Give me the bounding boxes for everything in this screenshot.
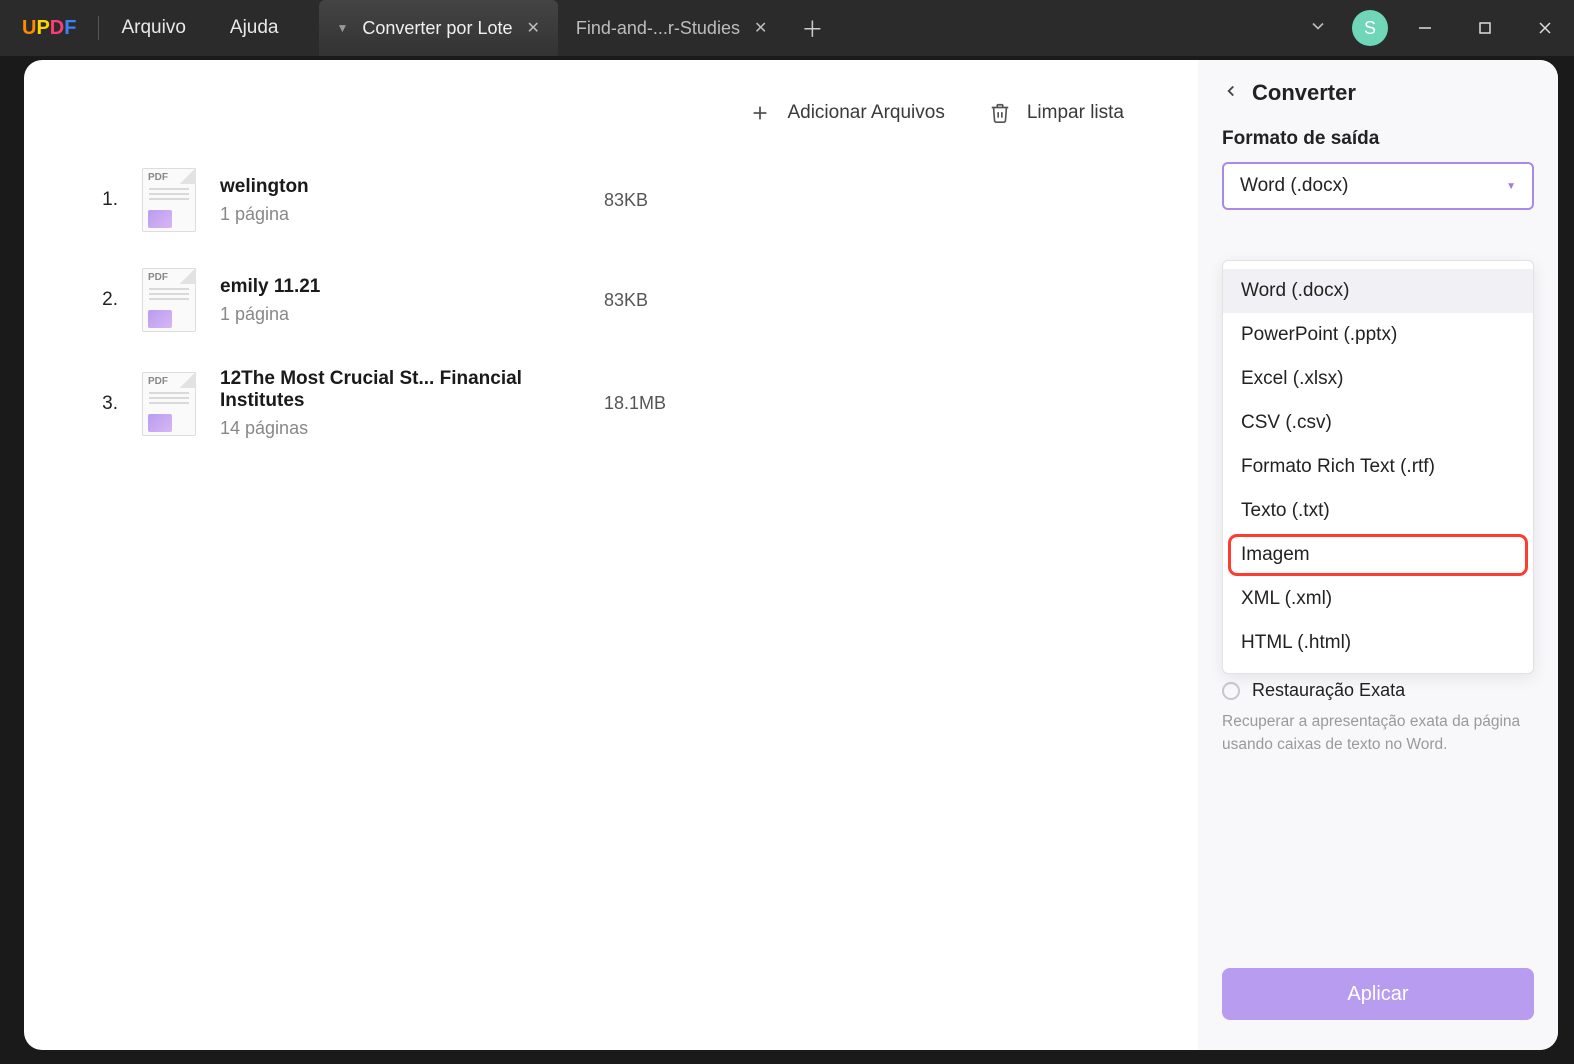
exact-restore-radio[interactable]: Restauração Exata — [1222, 680, 1534, 701]
avatar[interactable]: S — [1352, 10, 1388, 46]
trash-icon — [989, 102, 1011, 124]
row-index: 1. — [94, 189, 118, 211]
clear-list-button[interactable]: Limpar lista — [989, 102, 1124, 124]
format-option-excel[interactable]: Excel (.xlsx) — [1223, 357, 1533, 401]
pdf-thumbnail-icon: PDF — [142, 268, 196, 332]
new-tab-button[interactable]: ＋ — [785, 12, 839, 44]
file-name: emily 11.21 — [220, 276, 580, 298]
list-item[interactable]: 2. PDF emily 11.21 1 página 83KB — [94, 250, 1158, 350]
pdf-thumbnail-icon: PDF — [142, 372, 196, 436]
close-icon[interactable]: ✕ — [526, 18, 539, 38]
format-option-xml[interactable]: XML (.xml) — [1223, 577, 1533, 621]
row-index: 2. — [94, 289, 118, 311]
file-size: 83KB — [604, 190, 648, 211]
format-option-html[interactable]: HTML (.html) — [1223, 621, 1533, 665]
side-panel: Converter Formato de saída Word (.docx) … — [1198, 60, 1558, 1050]
titlebar: UPDF Arquivo Ajuda ▼ Converter por Lote … — [0, 0, 1574, 56]
clear-list-label: Limpar lista — [1027, 102, 1124, 124]
format-option-csv[interactable]: CSV (.csv) — [1223, 401, 1533, 445]
chevron-down-icon: ▼ — [1506, 181, 1516, 192]
format-option-image[interactable]: Imagem — [1229, 535, 1527, 575]
list-item[interactable]: 3. PDF 12The Most Crucial St... Financia… — [94, 350, 1158, 457]
pdf-thumbnail-icon: PDF — [142, 168, 196, 232]
toolbar: Adicionar Arquivos Limpar lista — [94, 82, 1158, 150]
add-files-button[interactable]: Adicionar Arquivos — [749, 102, 944, 124]
exact-restore-description: Recuperar a apresentação exata da página… — [1222, 711, 1534, 756]
app-body: Adicionar Arquivos Limpar lista 1. PDF w… — [24, 60, 1558, 1050]
format-option-txt[interactable]: Texto (.txt) — [1223, 489, 1533, 533]
apply-button[interactable]: Aplicar — [1222, 968, 1534, 1020]
row-index: 3. — [94, 393, 118, 415]
menu-file[interactable]: Arquivo — [99, 0, 207, 56]
back-button[interactable] — [1222, 82, 1240, 105]
tab-batch-convert[interactable]: ▼ Converter por Lote ✕ — [319, 0, 558, 56]
format-label: Formato de saída — [1222, 128, 1534, 150]
menu-help[interactable]: Ajuda — [208, 0, 301, 56]
side-title: Converter — [1252, 80, 1356, 106]
file-pages: 1 página — [220, 204, 580, 225]
format-dropdown: Word (.docx) PowerPoint (.pptx) Excel (.… — [1222, 260, 1534, 674]
app-logo: UPDF — [0, 17, 98, 40]
add-files-label: Adicionar Arquivos — [787, 102, 944, 124]
minimize-button[interactable] — [1402, 8, 1448, 48]
tabstrip: ▼ Converter por Lote ✕ Find-and-...r-Stu… — [319, 0, 1299, 56]
format-select[interactable]: Word (.docx) ▼ — [1222, 162, 1534, 210]
close-window-button[interactable] — [1522, 8, 1568, 48]
main-panel: Adicionar Arquivos Limpar lista 1. PDF w… — [24, 60, 1198, 1050]
tab-label: Converter por Lote — [362, 18, 512, 39]
radio-icon — [1222, 682, 1240, 700]
maximize-button[interactable] — [1462, 8, 1508, 48]
plus-icon — [749, 102, 771, 124]
exact-restore-label: Restauração Exata — [1252, 680, 1405, 701]
tabs-overflow-button[interactable] — [1298, 10, 1338, 47]
file-size: 18.1MB — [604, 393, 666, 414]
file-size: 83KB — [604, 290, 648, 311]
format-option-word[interactable]: Word (.docx) — [1223, 269, 1533, 313]
file-name: welington — [220, 176, 580, 198]
file-pages: 14 páginas — [220, 418, 580, 439]
file-name: 12The Most Crucial St... Financial Insti… — [220, 368, 580, 412]
format-option-rtf[interactable]: Formato Rich Text (.rtf) — [1223, 445, 1533, 489]
format-selected: Word (.docx) — [1240, 175, 1348, 197]
list-item[interactable]: 1. PDF welington 1 página 83KB — [94, 150, 1158, 250]
tab-find-and[interactable]: Find-and-...r-Studies ✕ — [558, 0, 785, 56]
tab-label: Find-and-...r-Studies — [576, 18, 740, 39]
file-pages: 1 página — [220, 304, 580, 325]
chevron-down-icon: ▼ — [337, 21, 349, 35]
format-option-powerpoint[interactable]: PowerPoint (.pptx) — [1223, 313, 1533, 357]
close-icon[interactable]: ✕ — [754, 18, 767, 38]
